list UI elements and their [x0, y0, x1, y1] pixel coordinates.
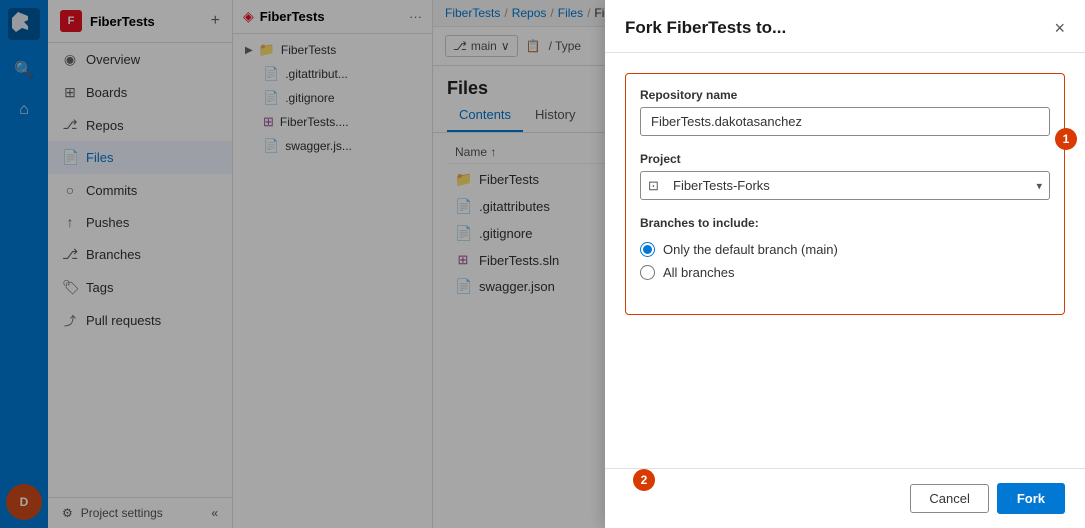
project-select-icon: ⊡	[648, 178, 659, 194]
branches-group: Branches to include: Only the default br…	[640, 216, 1050, 284]
branch-default-option[interactable]: Only the default branch (main)	[640, 238, 1050, 261]
project-select-wrapper: ⊡ FiberTests-Forks ▾	[640, 171, 1050, 200]
modal-body: Repository name Project ⊡ FiberTests-For…	[605, 53, 1085, 468]
badge-2: 2	[633, 469, 655, 491]
branch-all-option[interactable]: All branches	[640, 261, 1050, 284]
modal-title: Fork FiberTests to...	[625, 18, 786, 38]
repo-name-label: Repository name	[640, 88, 1050, 102]
modal-overlay: Fork FiberTests to... × Repository name …	[0, 0, 1085, 528]
project-label: Project	[640, 152, 1050, 166]
modal-header: Fork FiberTests to... ×	[605, 0, 1085, 53]
branch-all-radio[interactable]	[640, 265, 655, 280]
cancel-button[interactable]: Cancel	[910, 484, 988, 513]
badge-1: 1	[1055, 128, 1077, 150]
repo-name-input[interactable]	[640, 107, 1050, 136]
repo-name-group: Repository name	[640, 88, 1050, 136]
branches-label: Branches to include:	[640, 216, 1050, 230]
fork-modal: Fork FiberTests to... × Repository name …	[605, 0, 1085, 528]
close-button[interactable]: ×	[1054, 19, 1065, 37]
branches-radio-group: Only the default branch (main) All branc…	[640, 238, 1050, 284]
fork-button[interactable]: Fork	[997, 483, 1065, 514]
project-select[interactable]: FiberTests-Forks	[640, 171, 1050, 200]
branch-default-radio[interactable]	[640, 242, 655, 257]
modal-footer: 2 Cancel Fork	[605, 468, 1085, 528]
fork-form-section: Repository name Project ⊡ FiberTests-For…	[625, 73, 1065, 315]
project-group: Project ⊡ FiberTests-Forks ▾	[640, 152, 1050, 200]
